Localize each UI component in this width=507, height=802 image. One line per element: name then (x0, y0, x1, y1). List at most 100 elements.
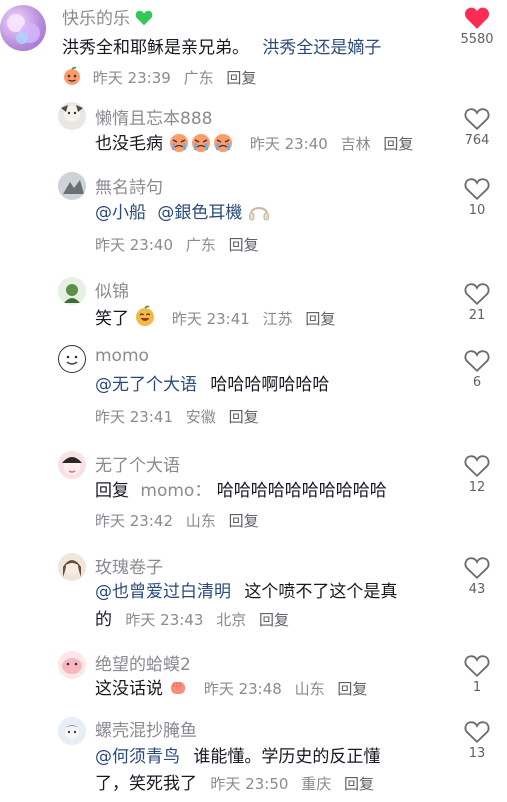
reply-author[interactable]: 無名詩句 (95, 173, 163, 198)
like-count: 13 (468, 746, 486, 761)
reply-author[interactable]: 无了个大语 (95, 451, 180, 476)
reply-button[interactable]: 回复 (229, 408, 259, 426)
reply-date: 昨天 23:41 (171, 310, 250, 328)
reply-button[interactable]: 回复 (344, 775, 374, 793)
mention-link[interactable]: @小船 (95, 203, 146, 223)
reply-button[interactable]: 回复 (337, 680, 367, 698)
reply-button[interactable]: 回复 (305, 310, 335, 328)
avatar-image-icon (58, 172, 86, 200)
reply-text: @也曾爱过白清明 这个喷不了这个是真 (95, 582, 398, 602)
avatar[interactable] (58, 717, 86, 745)
reply-author[interactable]: 玫瑰卷子 (95, 553, 163, 578)
reply-text: 这没话说 昨天 23:48 山东 回复 (95, 677, 375, 702)
reply-date: 昨天 23:43 (125, 611, 204, 629)
smiley-face-icon (66, 355, 78, 365)
reply-author[interactable]: 螺壳混抄腌鱼 (95, 716, 197, 741)
peach-emoji-icon (64, 66, 80, 85)
reply-button[interactable]: 回复 (259, 611, 289, 629)
like-count: 5580 (460, 32, 494, 47)
reply-location: 山东 (185, 512, 216, 530)
comment-location: 广东 (183, 69, 214, 87)
avatar-image-icon (58, 651, 86, 679)
comment-date: 昨天 23:39 (92, 69, 171, 87)
reply-item: 懒惰且忘本888 也没毛病 昨天 23:40 吉林 回复 764 (0, 95, 507, 165)
comment-text: 洪秀全和耶稣是亲兄弟。 洪秀全还是嫡子 (62, 38, 382, 58)
reply-location: 安徽 (185, 408, 216, 426)
heart-outline-icon (464, 283, 490, 306)
like-count: 12 (468, 480, 486, 495)
reply-location: 吉林 (340, 135, 371, 153)
like-button[interactable]: 10 (455, 177, 499, 218)
comment-author[interactable]: 快乐的乐 (62, 4, 153, 29)
mention-link[interactable]: @无了个大语 (95, 375, 197, 395)
reply-meta: 昨天 23:43 北京 回复 (125, 611, 297, 629)
avatar[interactable] (58, 345, 86, 373)
reply-item: 无了个大语 回复 momo： 哈哈哈哈哈哈哈哈哈哈 昨天 23:42 山东 回复… (0, 446, 507, 542)
reply-text: @何须青鸟 谁能懂。学历史的反正懂 (95, 747, 381, 767)
reply-author[interactable]: 似锦 (95, 277, 129, 302)
headphones-icon (248, 207, 269, 221)
comment-highlight[interactable]: 洪秀全还是嫡子 (262, 38, 381, 58)
heart-outline-icon (464, 350, 490, 373)
reply-location: 重庆 (301, 775, 332, 793)
reply-meta: 昨天 23:41 江苏 回复 (172, 310, 344, 328)
avatar-image-icon (58, 277, 86, 305)
mention-link[interactable]: @何须青鸟 (95, 747, 180, 767)
reply-button[interactable]: 回复 (383, 135, 413, 153)
like-button[interactable]: 13 (455, 720, 499, 761)
reply-location: 北京 (216, 611, 247, 629)
reply-to-user[interactable]: momo： (140, 481, 211, 501)
avatar[interactable] (58, 102, 86, 130)
reply-text: 回复 momo： 哈哈哈哈哈哈哈哈哈哈 (95, 481, 387, 501)
reply-text-line2: 的 昨天 23:43 北京 回复 (95, 608, 297, 633)
avatar[interactable] (58, 277, 86, 305)
reply-button[interactable]: 回复 (229, 512, 259, 530)
like-button[interactable]: 6 (455, 349, 499, 390)
mention-link[interactable]: @銀色耳機 (157, 203, 242, 223)
fist-emoji-icon (171, 682, 186, 694)
reply-text: @无了个大语 哈哈哈啊哈哈哈 (95, 375, 330, 395)
reply-button[interactable]: 回复 (226, 69, 256, 87)
avatar[interactable] (58, 451, 86, 479)
reply-meta: 昨天 23:40 广东 回复 (95, 234, 267, 255)
reply-button[interactable]: 回复 (229, 236, 259, 254)
reply-item: 無名詩句 @小船 @銀色耳機 昨天 23:40 广东 回复 10 (0, 167, 507, 263)
comment-meta: 昨天 23:39 广东 回复 (62, 66, 264, 88)
reply-meta: 昨天 23:40 吉林 回复 (250, 135, 422, 153)
avatar-image-icon (58, 553, 86, 581)
avatar[interactable] (58, 553, 86, 581)
like-button[interactable]: 21 (455, 282, 499, 323)
reply-item: 绝望的蛤蟆2 这没话说 昨天 23:48 山东 回复 1 (0, 647, 507, 713)
comment-list: 快乐的乐 洪秀全和耶稣是亲兄弟。 洪秀全还是嫡子 昨天 23:39 广东 回复 (0, 0, 507, 802)
mention-link[interactable]: @也曾爱过白清明 (95, 582, 231, 602)
green-heart-icon (136, 10, 153, 26)
reply-meta: 昨天 23:42 山东 回复 (95, 510, 267, 531)
reply-author[interactable]: 懒惰且忘本888 (95, 104, 212, 129)
reply-author[interactable]: momo (95, 346, 149, 366)
reply-date: 昨天 23:41 (95, 408, 173, 426)
heart-outline-icon (464, 455, 490, 478)
like-button[interactable]: 43 (455, 556, 499, 597)
reply-date: 昨天 23:42 (95, 512, 173, 530)
avatar[interactable] (58, 172, 86, 200)
laugh-emoji-icon (136, 305, 155, 326)
like-count: 6 (472, 375, 482, 390)
reply-author[interactable]: 绝望的蛤蟆2 (95, 650, 191, 675)
like-button[interactable]: 1 (455, 654, 499, 695)
like-button[interactable]: 12 (455, 454, 499, 495)
comment-item: 快乐的乐 洪秀全和耶稣是亲兄弟。 洪秀全还是嫡子 昨天 23:39 广东 回复 (0, 0, 507, 92)
like-button[interactable]: 5580 (455, 6, 499, 47)
avatar[interactable] (58, 651, 86, 679)
reply-date: 昨天 23:48 (203, 680, 282, 698)
heart-outline-icon (464, 557, 490, 580)
like-count: 1 (472, 680, 482, 695)
heart-outline-icon (464, 655, 490, 678)
reply-text-line2: 了，笑死我了 昨天 23:50 重庆 回复 (95, 772, 382, 797)
avatar-image-icon (7, 14, 40, 44)
like-button[interactable]: 764 (455, 107, 499, 148)
reply-location: 山东 (294, 680, 325, 698)
heart-outline-icon (464, 721, 490, 744)
reply-text: @小船 @銀色耳機 (95, 201, 270, 226)
avatar[interactable] (0, 5, 46, 51)
reply-date: 昨天 23:50 (210, 775, 289, 793)
